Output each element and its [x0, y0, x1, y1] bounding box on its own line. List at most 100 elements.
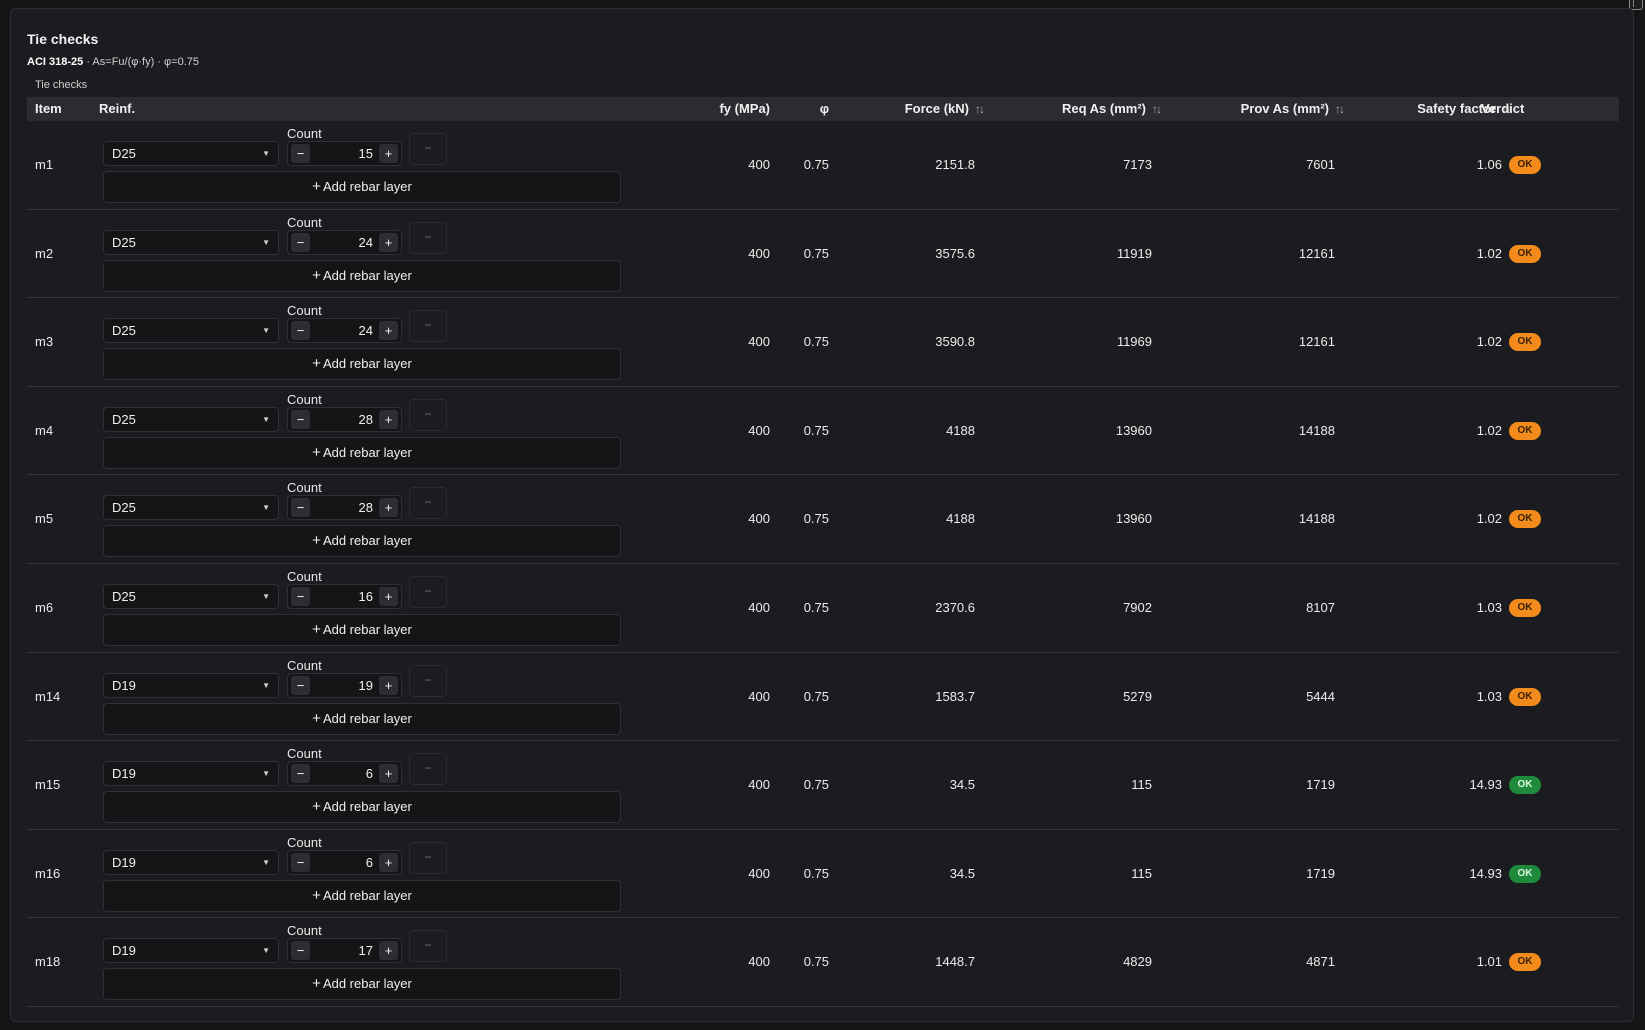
remove-layer-button[interactable]: −	[409, 930, 447, 963]
decrement-button[interactable]: −	[291, 321, 310, 341]
count-stepper[interactable]: − 15 +	[287, 141, 402, 166]
sort-icon[interactable]: ↑↓	[1152, 97, 1162, 121]
remove-layer-button[interactable]: −	[409, 753, 447, 786]
fy-value: 400	[748, 599, 770, 615]
rebar-size-select[interactable]: D25 ▼	[103, 406, 279, 432]
increment-button[interactable]: +	[379, 852, 398, 872]
add-rebar-layer-button[interactable]: + Add rebar layer	[103, 879, 621, 912]
count-label: Count	[287, 126, 322, 141]
count-value[interactable]: 28	[359, 408, 373, 431]
add-rebar-layer-button[interactable]: + Add rebar layer	[103, 791, 621, 824]
count-stepper[interactable]: − 6 +	[287, 849, 402, 875]
increment-button[interactable]: +	[379, 409, 398, 429]
plus-icon: +	[312, 355, 321, 373]
decrement-button[interactable]: −	[291, 144, 310, 163]
count-stepper[interactable]: − 28 +	[287, 495, 402, 521]
count-value[interactable]: 17	[359, 939, 373, 962]
count-value[interactable]: 28	[359, 496, 373, 519]
increment-button[interactable]: +	[379, 144, 398, 163]
force-value: 2151.8	[935, 157, 975, 172]
count-stepper[interactable]: − 16 +	[287, 583, 402, 609]
prov-as-value: 5444	[1306, 688, 1335, 704]
add-rebar-layer-button[interactable]: + Add rebar layer	[103, 702, 621, 735]
rebar-size-select[interactable]: D19 ▼	[103, 849, 279, 875]
count-stepper[interactable]: − 24 +	[287, 229, 402, 255]
verdict-badge: OK	[1509, 598, 1541, 617]
add-rebar-layer-button[interactable]: + Add rebar layer	[103, 968, 621, 1001]
add-rebar-layer-button[interactable]: + Add rebar layer	[103, 613, 621, 646]
add-rebar-layer-button[interactable]: + Add rebar layer	[103, 259, 621, 292]
rebar-size-value: D19	[112, 766, 136, 782]
add-rebar-layer-button[interactable]: + Add rebar layer	[103, 171, 621, 203]
col-force[interactable]: Force (kN) ↑↓	[905, 97, 985, 121]
remove-layer-button[interactable]: −	[409, 487, 447, 520]
plus-icon: +	[312, 620, 321, 638]
fy-value: 400	[748, 511, 770, 527]
remove-layer-button[interactable]: −	[409, 664, 447, 697]
increment-button[interactable]: +	[379, 232, 398, 252]
rebar-size-select[interactable]: D25 ▼	[103, 229, 279, 255]
rebar-size-select[interactable]: D19 ▼	[103, 938, 279, 964]
remove-layer-button[interactable]: −	[409, 133, 447, 165]
increment-button[interactable]: +	[379, 498, 398, 518]
rebar-size-select[interactable]: D25 ▼	[103, 583, 279, 609]
rebar-size-select[interactable]: D25 ▼	[103, 318, 279, 344]
add-rebar-layer-button[interactable]: + Add rebar layer	[103, 525, 621, 558]
increment-button[interactable]: +	[379, 675, 398, 695]
decrement-button[interactable]: −	[291, 409, 310, 429]
remove-layer-button[interactable]: −	[409, 575, 447, 608]
increment-button[interactable]: +	[379, 941, 398, 961]
count-value[interactable]: 16	[359, 585, 373, 608]
safety-factor-value: 14.93	[1469, 777, 1502, 793]
sort-icon[interactable]: ↑↓	[975, 97, 985, 121]
add-rebar-layer-button[interactable]: + Add rebar layer	[103, 348, 621, 381]
count-value[interactable]: 6	[366, 851, 373, 874]
req-as-value: 4829	[1123, 954, 1152, 970]
force-value: 1448.7	[935, 954, 975, 970]
decrement-button[interactable]: −	[291, 852, 310, 872]
count-value[interactable]: 15	[359, 142, 373, 165]
decrement-button[interactable]: −	[291, 232, 310, 252]
rebar-size-select[interactable]: D25 ▼	[103, 141, 279, 166]
count-stepper[interactable]: − 24 +	[287, 318, 402, 344]
rebar-size-select[interactable]: D19 ▼	[103, 761, 279, 787]
increment-button[interactable]: +	[379, 586, 398, 606]
decrement-button[interactable]: −	[291, 941, 310, 961]
item-id: m6	[35, 599, 54, 615]
increment-button[interactable]: +	[379, 764, 398, 784]
code-name: ACI 318-25	[27, 56, 84, 68]
count-value[interactable]: 24	[359, 231, 373, 254]
count-stepper[interactable]: − 19 +	[287, 672, 402, 698]
count-value[interactable]: 19	[359, 674, 373, 697]
count-value[interactable]: 24	[359, 319, 373, 342]
rebar-size-select[interactable]: D25 ▼	[103, 495, 279, 521]
count-stepper[interactable]: − 28 +	[287, 406, 402, 432]
req-as-value: 13960	[1115, 422, 1152, 438]
decrement-button[interactable]: −	[291, 764, 310, 784]
table-row: m2 Count D25 ▼ − 24 + − + Add rebar layer…	[27, 210, 1619, 299]
add-rebar-layer-button[interactable]: + Add rebar layer	[103, 436, 621, 469]
col-prov-as[interactable]: Prov As (mm²) ↑↓	[1241, 97, 1345, 121]
verdict-badge: OK	[1509, 333, 1541, 352]
count-stepper[interactable]: − 17 +	[287, 938, 402, 964]
plus-icon: +	[312, 266, 321, 284]
col-fy: fy (MPa)	[719, 101, 770, 116]
count-stepper[interactable]: − 6 +	[287, 761, 402, 787]
table-row: m14 Count D19 ▼ − 19 + − + Add rebar laye…	[27, 653, 1619, 742]
decrement-button[interactable]: −	[291, 498, 310, 518]
remove-layer-button[interactable]: −	[409, 841, 447, 874]
decrement-button[interactable]: −	[291, 586, 310, 606]
sort-icon[interactable]: ↑↓	[1335, 97, 1345, 121]
decrement-button[interactable]: −	[291, 675, 310, 695]
col-req-as[interactable]: Req As (mm²) ↑↓	[1062, 97, 1162, 121]
remove-layer-button[interactable]: −	[409, 398, 447, 431]
rebar-size-select[interactable]: D19 ▼	[103, 672, 279, 698]
prov-as-value: 12161	[1298, 245, 1335, 261]
col-verdict: Verdict	[1481, 101, 1525, 116]
fy-value: 400	[748, 157, 770, 172]
remove-layer-button[interactable]: −	[409, 310, 447, 343]
remove-layer-button[interactable]: −	[409, 221, 447, 254]
count-value[interactable]: 6	[366, 762, 373, 785]
increment-button[interactable]: +	[379, 321, 398, 341]
phi-value: 0.75	[803, 599, 829, 615]
